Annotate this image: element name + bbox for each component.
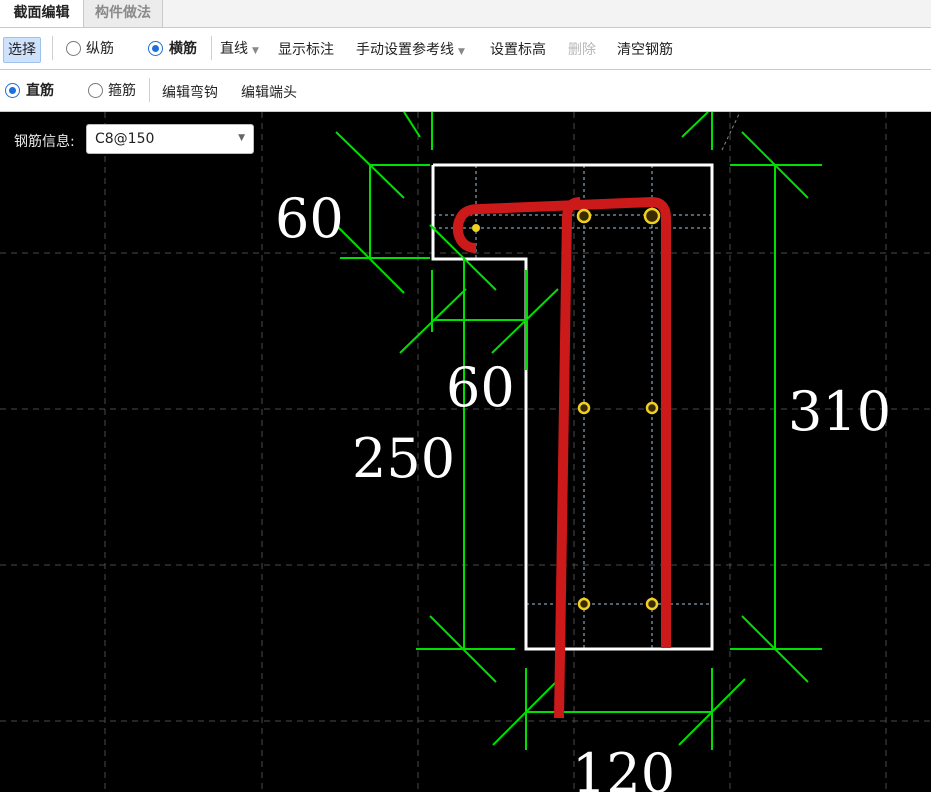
rebar-node[interactable] (577, 401, 591, 415)
dim-lower-height: 250 (352, 427, 455, 490)
dim-step-height: 60 (446, 356, 515, 419)
line-mode-dropdown[interactable]: 直线 ▼ (220, 40, 259, 60)
straight-label: 直筋 (26, 83, 54, 99)
rebar-path[interactable] (452, 197, 671, 719)
toolbar-separator (52, 36, 53, 60)
rebar-info-label: 钢筋信息: (14, 134, 75, 150)
dim-top-left-width: 60 (275, 187, 344, 250)
tab-section-edit[interactable]: 截面编辑 (0, 0, 84, 27)
toolbar-separator (211, 36, 212, 60)
sub-toolbar: 直筋 箍筋 编辑弯钩 编辑端头 (0, 70, 931, 112)
rebar-node[interactable] (645, 597, 659, 611)
drawing-canvas[interactable]: 60 60 250 310 120 (0, 112, 931, 792)
toolbar-separator (149, 78, 150, 102)
rebar-info-value: C8@150 (95, 131, 155, 147)
dim-total-height: 310 (788, 380, 891, 443)
rebar-node[interactable] (577, 597, 591, 611)
reference-lines (721, 112, 741, 151)
chevron-down-icon: ▼ (458, 47, 465, 57)
tab-bar: 截面编辑 构件做法 (0, 0, 931, 28)
rebar-node[interactable] (643, 207, 661, 225)
edit-hook-button[interactable]: 编辑弯钩 (162, 84, 218, 102)
straight-radio[interactable] (5, 83, 20, 98)
delete-button[interactable]: 删除 (568, 41, 596, 59)
longitudinal-radio[interactable] (66, 41, 81, 56)
tab-component-method[interactable]: 构件做法 (84, 0, 163, 27)
longitudinal-label: 纵筋 (86, 41, 114, 57)
rebar-node[interactable] (472, 224, 480, 232)
transverse-radio[interactable] (148, 41, 163, 56)
manual-ref-line-dropdown[interactable]: 手动设置参考线 ▼ (356, 41, 465, 61)
rebar-node[interactable] (645, 401, 659, 415)
transverse-label: 横筋 (169, 41, 197, 57)
show-labels-button[interactable]: 显示标注 (278, 41, 334, 59)
select-button[interactable]: 选择 (3, 37, 41, 63)
section-drawing[interactable]: 60 60 250 310 120 (0, 112, 931, 792)
set-elevation-button[interactable]: 设置标高 (490, 41, 546, 59)
main-toolbar: 选择 纵筋 横筋 直线 ▼ 显示标注 手动设置参考线 ▼ 设置标高 删除 清空钢筋 (0, 28, 931, 70)
rebar-info-select[interactable]: C8@150 ▼ (86, 124, 254, 154)
dimension-labels: 60 60 250 310 120 (275, 187, 891, 792)
stirrup-label: 箍筋 (108, 83, 136, 99)
chevron-down-icon: ▼ (238, 133, 245, 143)
clear-rebar-button[interactable]: 清空钢筋 (617, 41, 673, 59)
chevron-down-icon: ▼ (252, 46, 259, 56)
edit-end-button[interactable]: 编辑端头 (241, 84, 297, 102)
stirrup-radio[interactable] (88, 83, 103, 98)
rebar-node[interactable] (576, 208, 592, 224)
dim-bottom-width: 120 (572, 742, 675, 792)
